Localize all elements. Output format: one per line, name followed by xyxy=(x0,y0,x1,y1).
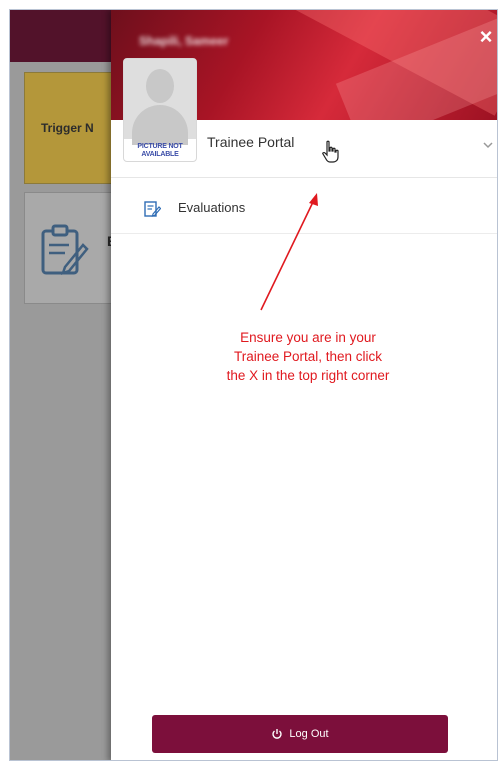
logout-button[interactable]: Log Out xyxy=(152,715,448,753)
hand-cursor-icon xyxy=(322,140,339,163)
annotation-line: the X in the top right corner xyxy=(226,368,390,383)
user-name: Shapili, Sameer xyxy=(139,34,229,48)
annotation-text: Ensure you are in your Trainee Portal, t… xyxy=(169,328,447,385)
portal-label: Trainee Portal xyxy=(207,134,295,150)
screenshot-frame: Trigger N E Shapili, Sameer × PICTURE NO… xyxy=(9,9,498,761)
menu-item-evaluations[interactable]: Evaluations xyxy=(111,180,497,234)
evaluations-tile[interactable]: E xyxy=(24,192,124,304)
power-icon xyxy=(272,729,283,739)
annotation-line: Trainee Portal, then click xyxy=(233,349,383,364)
annotation-line: Ensure you are in your xyxy=(240,330,376,345)
clipboard-edit-icon xyxy=(41,224,89,275)
close-button[interactable]: × xyxy=(475,26,497,48)
chevron-down-icon[interactable] xyxy=(481,138,495,152)
trigger-tile-label: Trigger N xyxy=(41,121,94,135)
logout-label: Log Out xyxy=(289,728,329,740)
navigation-drawer: Shapili, Sameer × PICTURE NOT AVAILABLE … xyxy=(111,10,497,760)
trigger-tile[interactable]: Trigger N xyxy=(24,72,124,184)
menu-item-label: Evaluations xyxy=(178,200,246,215)
portal-selector[interactable]: Trainee Portal xyxy=(111,120,497,178)
evaluation-form-icon xyxy=(144,201,161,217)
